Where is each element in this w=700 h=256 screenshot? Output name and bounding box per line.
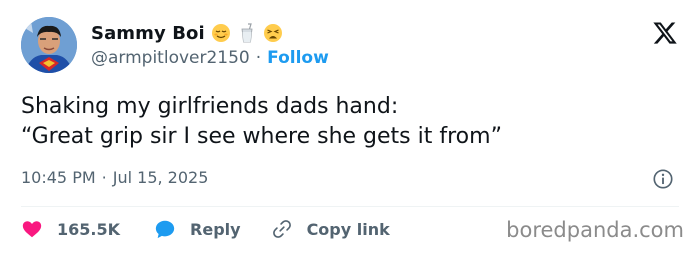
reply-bubble-icon (154, 218, 176, 240)
timestamp-separator: · (101, 168, 107, 187)
copy-link-button[interactable]: Copy link (271, 218, 390, 240)
follow-button[interactable]: Follow (267, 48, 329, 68)
author-handle[interactable]: @armpitlover2150 (91, 48, 250, 68)
tweet-text-line: Shaking my girlfriends dads hand: (21, 94, 399, 119)
tweet-date: Jul 15, 2025 (112, 168, 209, 187)
weary-face-icon (263, 23, 283, 43)
like-button[interactable]: 165.5K (21, 218, 120, 240)
cup-with-straw-icon (237, 23, 257, 43)
reply-label: Reply (190, 219, 241, 239)
author-name-row: Sammy Boi (91, 20, 283, 46)
author-handle-row: @armpitlover2150 · Follow (91, 48, 329, 68)
link-icon (271, 218, 293, 240)
watermark: boredpanda.com (506, 218, 684, 242)
reply-button[interactable]: Reply (154, 218, 241, 240)
heart-icon (21, 218, 43, 240)
display-name[interactable]: Sammy Boi (91, 23, 205, 44)
action-bar: 165.5K Reply Copy link (21, 216, 390, 242)
info-icon[interactable] (652, 168, 674, 190)
copy-link-label: Copy link (306, 219, 390, 239)
tweet-text-line: “Great grip sir I see where she gets it … (21, 124, 502, 149)
x-logo-icon[interactable] (652, 20, 678, 46)
avatar[interactable] (21, 17, 77, 73)
like-count: 165.5K (57, 219, 121, 239)
tweet-card: Sammy Boi @armpitlover2150 · Follow Shak… (0, 0, 700, 256)
tweet-text: Shaking my girlfriends dads hand: “Great… (21, 92, 502, 152)
handle-separator: · (255, 48, 262, 68)
relieved-face-icon (211, 23, 231, 43)
divider (21, 206, 679, 207)
tweet-timestamp[interactable]: 10:45 PM · Jul 15, 2025 (21, 168, 208, 187)
tweet-time: 10:45 PM (21, 168, 96, 187)
